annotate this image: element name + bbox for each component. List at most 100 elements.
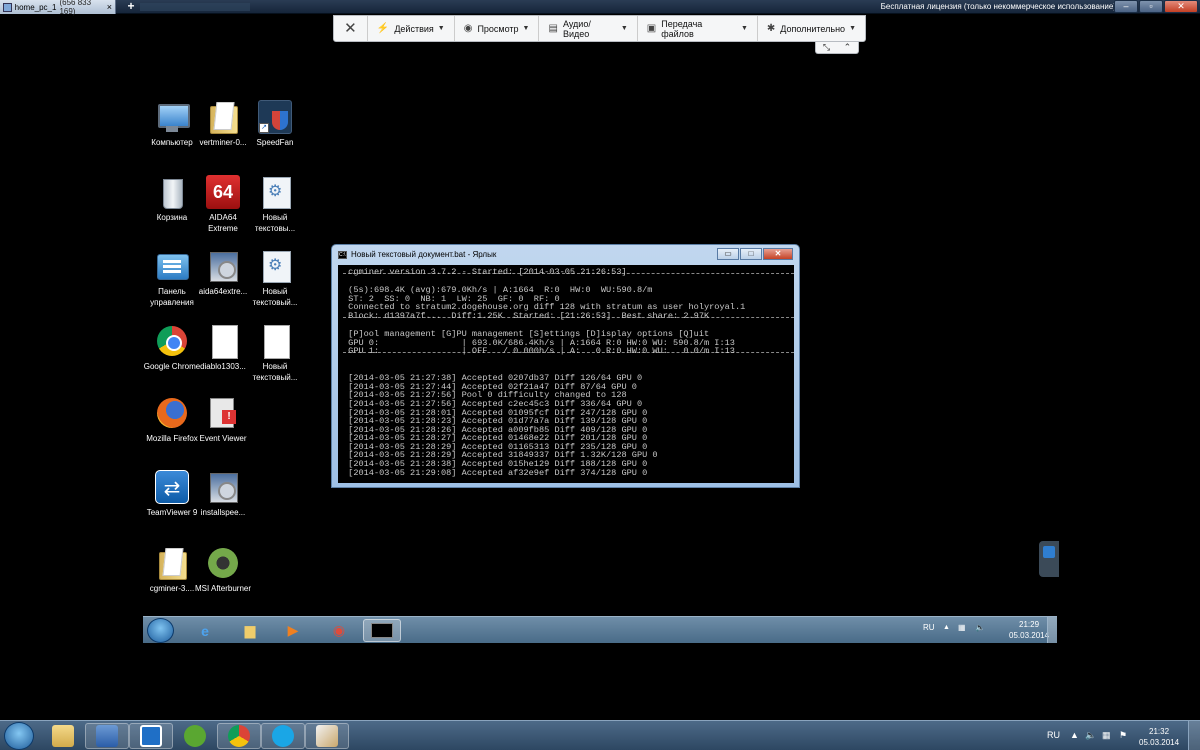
- audio-video-menu[interactable]: ▤ Аудио/Видео ▼: [539, 16, 638, 41]
- desktop-icon-msi-afterburner[interactable]: MSI Afterburner: [194, 546, 252, 594]
- msi-afterburner-icon: [206, 546, 240, 580]
- close-tab-icon[interactable]: ×: [107, 2, 112, 12]
- desktop-icon-teamviewer[interactable]: TeamViewer 9: [143, 470, 201, 518]
- actions-menu[interactable]: ⚡ Действия ▼: [368, 16, 455, 41]
- taskbar-teamviewer-button[interactable]: [129, 723, 173, 749]
- console-line: [2014-03-05 21:29:08] Accepted af32e9ef …: [343, 467, 648, 478]
- desktop-icon-computer[interactable]: Компьютер: [143, 100, 201, 148]
- tools-icon: ✱: [766, 23, 776, 34]
- taskbar-console-button[interactable]: [363, 619, 401, 642]
- actions-label: Действия: [394, 23, 434, 34]
- show-desktop-button[interactable]: [1047, 617, 1057, 643]
- desktop-icon-firefox[interactable]: Mozilla Firefox: [143, 396, 201, 444]
- toolbar-sub-panel: ⤡ ⌃: [815, 42, 859, 54]
- fullscreen-icon[interactable]: ⤡: [823, 42, 830, 53]
- start-button[interactable]: [4, 722, 34, 750]
- desktop-icon-chrome[interactable]: Google Chrome: [143, 324, 201, 372]
- console-icon: C:\: [338, 250, 347, 259]
- end-session-button[interactable]: ✕: [334, 16, 368, 41]
- recycle-bin-icon: [155, 175, 189, 209]
- console-title-bar[interactable]: C:\ Новый текстовый документ.bat - Ярлык: [338, 250, 496, 259]
- audio-video-label: Аудио/Видео: [562, 18, 591, 39]
- screen: home_pc_1 (656 833 169) × + Бесплатная л…: [0, 0, 1200, 750]
- media-player-icon: ▶: [287, 622, 299, 638]
- language-indicator[interactable]: RU: [1047, 730, 1060, 740]
- clock-time: 21:32: [1149, 727, 1170, 736]
- paint-icon: [316, 725, 338, 747]
- desktop-icon-event-viewer[interactable]: Event Viewer: [194, 396, 252, 444]
- file-transfer-label: Передача файлов: [661, 18, 703, 39]
- desktop-icon-label: aida64extre...: [198, 287, 248, 296]
- clock-date: 05.03.2014: [1009, 631, 1050, 640]
- clock[interactable]: 21:29 05.03.2014: [1009, 619, 1049, 641]
- skype-icon: [272, 725, 294, 747]
- network-icon[interactable]: ▦: [1102, 730, 1111, 741]
- console-minimize-button[interactable]: ▭: [717, 248, 739, 260]
- aida64-icon: 64: [206, 175, 240, 209]
- desktop-icon-installspeed[interactable]: installspee...: [194, 470, 252, 518]
- close-button[interactable]: ✕: [1164, 0, 1198, 13]
- tray-arrow-icon[interactable]: ▲: [1070, 730, 1079, 740]
- console-maximize-button[interactable]: □: [740, 248, 762, 260]
- shortcut-arrow-icon: ↗: [259, 123, 269, 133]
- show-desktop-button[interactable]: [1188, 721, 1200, 750]
- lightning-icon: ⚡: [376, 23, 390, 34]
- desktop-icon-speedfan[interactable]: ↗ SpeedFan: [246, 100, 304, 148]
- view-menu[interactable]: ◉ Просмотр ▼: [455, 16, 540, 41]
- new-tab-button[interactable]: +: [124, 0, 138, 14]
- desktop-icon-control-panel[interactable]: Панель управления: [143, 249, 201, 308]
- desktop-icon-label: MSI Afterburner: [194, 584, 252, 593]
- desktop-icon-text-doc-3[interactable]: Новый текстовый...: [246, 324, 304, 383]
- desktop-icon-aida64[interactable]: 64 AIDA64 Extreme: [194, 175, 252, 234]
- collapse-toolbar-icon[interactable]: ⌃: [844, 42, 852, 53]
- desktop-icon-aida64-installer[interactable]: aida64extre...: [194, 249, 252, 297]
- chrome-icon: ◉: [332, 622, 346, 638]
- teamviewer-side-widget[interactable]: [1039, 541, 1059, 577]
- network-icon[interactable]: ▦: [958, 623, 966, 632]
- clock[interactable]: 21:32 05.03.2014: [1139, 726, 1179, 748]
- taskbar-utorrent-button[interactable]: [173, 723, 217, 749]
- extras-menu[interactable]: ✱ Дополнительно ▼: [758, 16, 865, 41]
- flag-icon[interactable]: ⚑: [1119, 730, 1127, 741]
- desktop-icon-label: Mozilla Firefox: [146, 434, 198, 443]
- teamviewer-icon: [140, 725, 162, 747]
- remote-desktop[interactable]: Компьютер vertminer-0... ↗ SpeedFan Корзи…: [143, 94, 1057, 643]
- start-button[interactable]: [147, 618, 174, 643]
- desktop-icon-diablo[interactable]: diablo1303...: [194, 324, 252, 372]
- folder-icon: ▆: [244, 622, 256, 638]
- desktop-icon-label: Event Viewer: [199, 434, 247, 443]
- console-output[interactable]: cgminer version 3.7.2 - Started: [2014-0…: [338, 265, 794, 483]
- taskbar-paint-button[interactable]: [305, 723, 349, 749]
- taskbar-explorer-button[interactable]: [41, 723, 85, 749]
- session-tab[interactable]: home_pc_1 (656 833 169) ×: [0, 0, 116, 16]
- taskbar-skype-button[interactable]: [261, 723, 305, 749]
- taskbar-ie-button[interactable]: e: [186, 619, 224, 642]
- desktop-icon-cgminer[interactable]: cgminer-3....: [143, 546, 201, 594]
- taskbar-media-player-button[interactable]: ▶: [274, 619, 312, 642]
- desktop-icon-text-doc-1[interactable]: Новый текстовы...: [246, 175, 304, 234]
- chat-icon: ▤: [548, 23, 558, 34]
- minimize-button[interactable]: –: [1114, 0, 1138, 13]
- folder-icon: [155, 546, 189, 580]
- desktop-icon-label: Корзина: [156, 213, 188, 222]
- taskbar-app-button[interactable]: [85, 723, 129, 749]
- desktop-icon-recycle-bin[interactable]: Корзина: [143, 175, 201, 223]
- taskbar-chrome-button[interactable]: [217, 723, 261, 749]
- desktop-icon-vertminer[interactable]: vertminer-0...: [194, 100, 252, 148]
- console-window[interactable]: C:\ Новый текстовый документ.bat - Ярлык…: [331, 244, 800, 488]
- taskbar-chrome-button[interactable]: ◉: [320, 619, 358, 642]
- folder-icon: [206, 100, 240, 134]
- console-line: GPU 1: | OFF / 0.000h/s | A: 0 R:0 HW:0 …: [343, 346, 735, 357]
- file-transfer-menu[interactable]: ▣ Передача файлов ▼: [638, 16, 758, 41]
- language-indicator[interactable]: RU: [923, 623, 935, 632]
- desktop-icon-text-doc-2[interactable]: Новый текстовый...: [246, 249, 304, 308]
- console-close-button[interactable]: ✕: [763, 248, 793, 260]
- restore-button[interactable]: ▫: [1139, 0, 1163, 13]
- tray-arrow-icon[interactable]: ▲: [943, 624, 950, 631]
- desktop-icon-label: TeamViewer 9: [146, 508, 198, 517]
- volume-icon[interactable]: 🔈: [975, 623, 985, 632]
- clock-time: 21:29: [1019, 620, 1040, 629]
- volume-icon[interactable]: 🔈: [1085, 730, 1096, 741]
- chevron-down-icon: ▼: [849, 25, 856, 32]
- taskbar-explorer-button[interactable]: ▆: [231, 619, 269, 642]
